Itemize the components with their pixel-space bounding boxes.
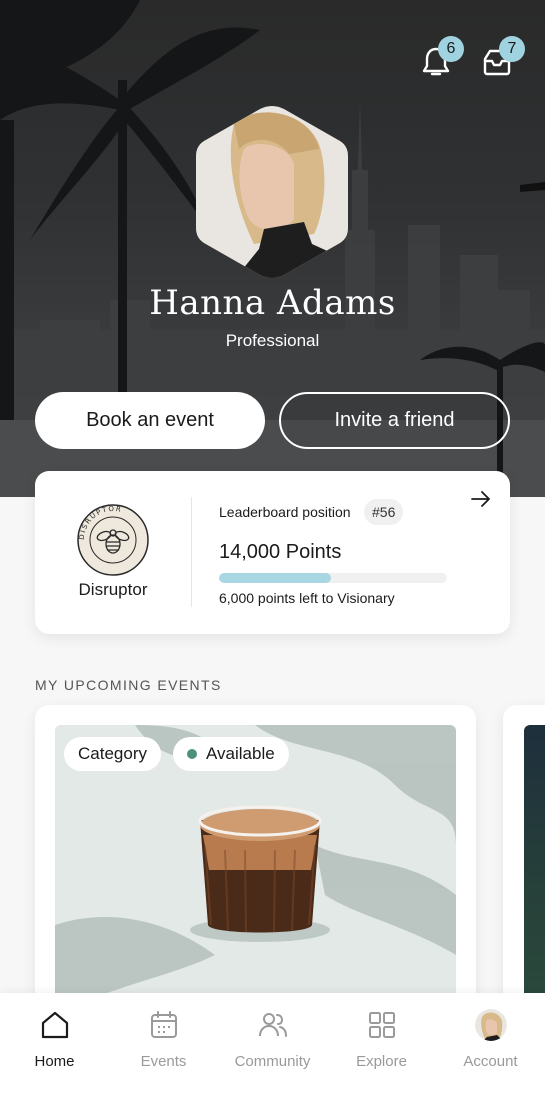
user-role: Professional	[225, 331, 320, 350]
leaderboard-position-label: Leaderboard position	[219, 504, 351, 520]
event-card[interactable]: Category Available	[35, 705, 476, 1015]
bottom-tab-bar: Home Events Community Explore Account	[0, 993, 545, 1093]
event-category-tag: Category	[64, 737, 161, 771]
event-status-label: Available	[206, 744, 275, 763]
notifications-count-badge: 6	[438, 36, 464, 62]
profile-avatar[interactable]	[194, 104, 350, 280]
upcoming-events-title: MY UPCOMING EVENTS	[35, 677, 222, 693]
home-icon	[41, 1011, 68, 1039]
calendar-icon	[150, 1011, 177, 1038]
event-status-tag: Available	[173, 737, 289, 771]
points-total: 14,000 Points	[219, 541, 342, 563]
people-icon	[258, 1013, 287, 1037]
inbox-button[interactable]: 7	[477, 36, 525, 82]
tab-explore[interactable]: Explore	[327, 993, 436, 1093]
points-progress-bar	[219, 573, 447, 583]
tab-account[interactable]: Account	[436, 993, 545, 1093]
event-image-next	[524, 725, 545, 1015]
account-avatar	[474, 1009, 507, 1041]
leaderboard-card[interactable]: DISRUPTOR Disruptor Leaderboard position…	[35, 471, 510, 634]
event-category-label: Category	[78, 744, 147, 763]
tab-home[interactable]: Home	[0, 993, 109, 1093]
points-left-text: 6,000 points left to Visionary	[219, 590, 395, 606]
tab-events[interactable]: Events	[109, 993, 218, 1093]
available-status-dot	[187, 749, 197, 759]
leaderboard-position-badge: #56	[364, 499, 404, 525]
book-event-button[interactable]: Book an event	[35, 392, 265, 449]
points-progress-fill	[219, 573, 331, 583]
grid-icon	[368, 1012, 395, 1038]
user-name: Hanna Adams	[149, 283, 396, 323]
tab-events-label: Events	[140, 1053, 187, 1070]
notifications-button[interactable]: 6	[416, 36, 464, 82]
badge-name: Disruptor	[78, 580, 148, 599]
invite-friend-button[interactable]: Invite a friend	[279, 392, 510, 449]
event-card-next[interactable]	[503, 705, 545, 1015]
tab-community[interactable]: Community	[218, 993, 327, 1093]
disruptor-badge: DISRUPTOR	[77, 504, 149, 576]
tab-account-label: Account	[463, 1053, 518, 1070]
tab-home-label: Home	[34, 1053, 75, 1070]
inbox-count-badge: 7	[499, 36, 525, 62]
card-divider	[191, 497, 192, 607]
tab-explore-label: Explore	[356, 1053, 407, 1070]
tab-community-label: Community	[234, 1053, 311, 1070]
arrow-right-icon[interactable]	[469, 487, 493, 511]
